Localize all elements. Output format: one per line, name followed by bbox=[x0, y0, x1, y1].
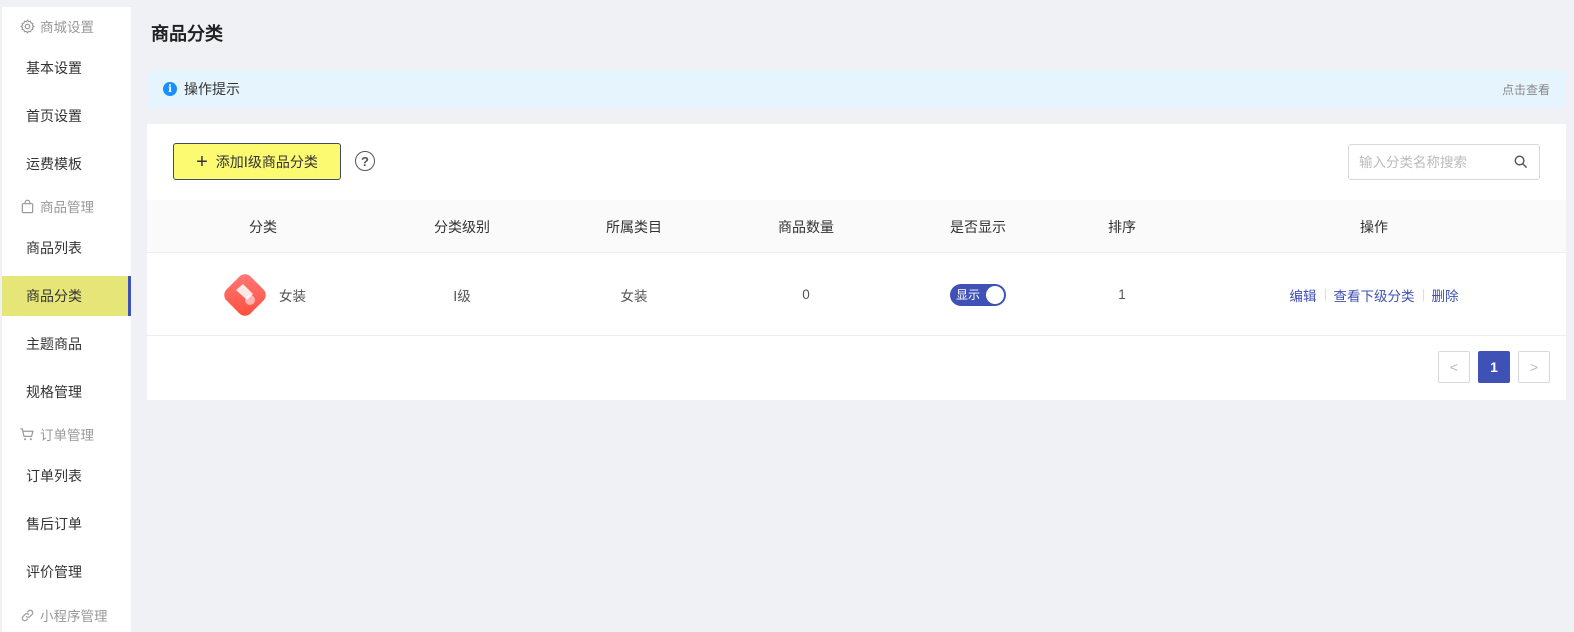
sidebar-item-theme-products[interactable]: 主题商品 bbox=[2, 324, 131, 364]
sidebar-item-label: 售后订单 bbox=[26, 516, 82, 532]
table-header: 分类 分类级别 所属类目 商品数量 是否显示 排序 操作 bbox=[147, 200, 1566, 253]
sidebar-item-order-list[interactable]: 订单列表 bbox=[2, 456, 131, 496]
plus-icon: + bbox=[196, 150, 208, 173]
tips-bar: i 操作提示 点击查看 bbox=[147, 70, 1566, 108]
column-header-level: 分类级别 bbox=[434, 218, 490, 235]
divider bbox=[1324, 288, 1326, 301]
sidebar-item-label: 规格管理 bbox=[26, 384, 82, 400]
level-cell: Ⅰ级 bbox=[453, 288, 471, 304]
sidebar-group-order-management: 订单管理 bbox=[2, 422, 131, 446]
sidebar-group-product-management: 商品管理 bbox=[2, 194, 131, 218]
page-title: 商品分类 bbox=[151, 24, 223, 44]
sidebar-item-label: 商品分类 bbox=[26, 288, 82, 304]
info-icon: i bbox=[163, 82, 177, 96]
sidebar-item-product-category[interactable]: 商品分类 bbox=[2, 276, 131, 316]
link-icon bbox=[19, 607, 35, 623]
sidebar-item-label: 首页设置 bbox=[26, 108, 82, 124]
sidebar-item-label: 运费模板 bbox=[26, 156, 82, 172]
category-panel: + 添加Ⅰ级商品分类 ? 分类 分类级别 所属类目 商品数量 是否显示 排序 操… bbox=[147, 124, 1566, 400]
edit-link[interactable]: 编辑 bbox=[1290, 285, 1317, 305]
table-row: 女装 Ⅰ级 女装 0 显示 1 编辑 查看下级分类 删除 bbox=[147, 253, 1566, 336]
category-image bbox=[220, 270, 270, 320]
search-input[interactable] bbox=[1359, 154, 1513, 170]
sidebar-item-spec-management[interactable]: 规格管理 bbox=[2, 372, 131, 412]
category-name: 女装 bbox=[279, 288, 306, 304]
page-1-button[interactable]: 1 bbox=[1478, 351, 1510, 383]
count-cell: 0 bbox=[802, 287, 810, 302]
divider bbox=[1422, 288, 1424, 301]
actions-cell: 编辑 查看下级分类 删除 bbox=[1274, 253, 1474, 336]
view-subcategories-link[interactable]: 查看下级分类 bbox=[1334, 285, 1415, 305]
toggle-label: 显示 bbox=[956, 288, 981, 302]
next-page-button[interactable]: > bbox=[1518, 351, 1550, 383]
sidebar-item-product-list[interactable]: 商品列表 bbox=[2, 228, 131, 268]
column-header-sort: 排序 bbox=[1108, 218, 1136, 235]
gear-icon bbox=[19, 18, 35, 34]
visible-cell: 显示 bbox=[919, 253, 1037, 336]
sidebar-item-label: 主题商品 bbox=[26, 336, 82, 352]
delete-link[interactable]: 删除 bbox=[1432, 285, 1459, 305]
bag-icon bbox=[19, 198, 35, 214]
tips-label: 操作提示 bbox=[184, 81, 240, 97]
add-category-label: 添加Ⅰ级商品分类 bbox=[215, 153, 318, 170]
sidebar-group-label: 商品管理 bbox=[40, 200, 94, 215]
search-icon[interactable] bbox=[1513, 154, 1529, 170]
cart-icon bbox=[19, 426, 35, 442]
column-header-count: 商品数量 bbox=[778, 218, 834, 235]
sidebar-item-after-sales[interactable]: 售后订单 bbox=[2, 504, 131, 544]
sidebar: 商城设置 基本设置 首页设置 运费模板 商品管理 商品列表 商品分类 主题商品 … bbox=[2, 7, 131, 632]
sidebar-group-label: 订单管理 bbox=[40, 428, 94, 443]
sidebar-item-reviews[interactable]: 评价管理 bbox=[2, 552, 131, 592]
column-header-actions: 操作 bbox=[1360, 218, 1388, 235]
search-box bbox=[1348, 144, 1540, 180]
sidebar-item-label: 评价管理 bbox=[26, 564, 82, 580]
sidebar-item-shipping-template[interactable]: 运费模板 bbox=[2, 144, 131, 184]
sidebar-group-mall-settings: 商城设置 bbox=[2, 14, 131, 38]
category-cell: 女装 bbox=[185, 253, 341, 336]
column-header-visible: 是否显示 bbox=[950, 218, 1006, 235]
parent-cell: 女装 bbox=[620, 288, 648, 304]
view-tips-link[interactable]: 点击查看 bbox=[1502, 81, 1550, 98]
sidebar-group-miniprogram: 小程序管理 bbox=[2, 603, 131, 627]
column-header-parent: 所属类目 bbox=[606, 218, 662, 235]
column-header-category: 分类 bbox=[249, 218, 277, 235]
add-category-button[interactable]: + 添加Ⅰ级商品分类 bbox=[173, 143, 341, 180]
sidebar-item-home-settings[interactable]: 首页设置 bbox=[2, 96, 131, 136]
sidebar-item-basic-settings[interactable]: 基本设置 bbox=[2, 48, 131, 88]
sidebar-item-label: 基本设置 bbox=[26, 60, 82, 76]
toggle-knob bbox=[986, 285, 1004, 304]
sidebar-item-label: 商品列表 bbox=[26, 240, 82, 256]
visible-toggle[interactable]: 显示 bbox=[950, 283, 1006, 306]
sidebar-group-label: 小程序管理 bbox=[40, 609, 108, 624]
sidebar-group-label: 商城设置 bbox=[40, 20, 94, 35]
prev-page-button[interactable]: < bbox=[1438, 351, 1470, 383]
sort-cell: 1 bbox=[1118, 287, 1126, 302]
help-icon[interactable]: ? bbox=[355, 151, 375, 171]
sidebar-item-label: 订单列表 bbox=[26, 468, 82, 484]
